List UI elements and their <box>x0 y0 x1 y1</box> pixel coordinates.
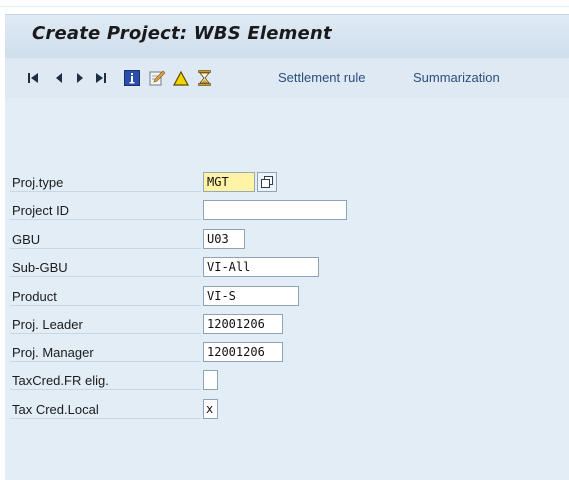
settlement-rule-button[interactable]: Settlement rule <box>278 70 365 85</box>
information-icon[interactable] <box>123 69 141 87</box>
form-row-sub-gbu: Sub-GBU VI-All <box>10 256 569 279</box>
proj-leader-label: Proj. Leader <box>10 313 201 334</box>
sub-gbu-field[interactable]: VI-All <box>203 257 319 277</box>
gbu-field[interactable]: U03 <box>203 229 245 249</box>
gbu-label: GBU <box>10 228 201 249</box>
warning-triangle-icon[interactable] <box>172 69 190 87</box>
summarization-button[interactable]: Summarization <box>413 70 500 85</box>
previous-page-icon[interactable] <box>52 69 66 87</box>
hourglass-icon[interactable] <box>196 69 212 87</box>
proj-type-label: Proj.type <box>10 171 201 192</box>
top-strip <box>0 0 569 7</box>
project-id-label: Project ID <box>10 199 201 220</box>
form-row-proj-type: Proj.type MGT <box>10 171 569 194</box>
proj-leader-field[interactable]: 12001206 <box>203 314 283 334</box>
taxcred-fr-elig-label: TaxCred.FR elig. <box>10 369 201 390</box>
project-id-field[interactable] <box>203 200 347 220</box>
form-row-gbu: GBU U03 <box>10 228 569 251</box>
proj-manager-field[interactable]: 12001206 <box>203 342 283 362</box>
page-title: Create Project: WBS Element <box>32 23 332 44</box>
application-toolbar: Settlement rule Summarization <box>5 58 569 98</box>
form-row-taxcred-fr-elig: TaxCred.FR elig. <box>10 369 569 392</box>
edit-pencil-icon[interactable] <box>148 69 166 87</box>
form-row-product: Product VI-S <box>10 285 569 308</box>
first-page-icon[interactable] <box>25 69 41 87</box>
last-page-icon[interactable] <box>93 69 109 87</box>
form-row-proj-manager: Proj. Manager 12001206 <box>10 341 569 364</box>
sub-gbu-label: Sub-GBU <box>10 256 201 277</box>
form-row-proj-leader: Proj. Leader 12001206 <box>10 313 569 336</box>
product-label: Product <box>10 285 201 306</box>
sap-window: Create Project: WBS Element Settlement r… <box>0 0 569 480</box>
taxcred-fr-elig-field[interactable] <box>203 370 218 390</box>
product-field[interactable]: VI-S <box>203 286 299 306</box>
value-help-button[interactable] <box>257 172 277 192</box>
proj-manager-label: Proj. Manager <box>10 341 201 362</box>
tax-cred-local-label: Tax Cred.Local <box>10 398 201 419</box>
next-page-icon[interactable] <box>73 69 87 87</box>
value-help-icon <box>261 176 273 188</box>
form-row-project-id: Project ID <box>10 199 569 222</box>
form-row-tax-cred-local: Tax Cred.Local x <box>10 398 569 421</box>
tax-cred-local-field[interactable]: x <box>203 399 218 419</box>
proj-type-field[interactable]: MGT <box>203 172 255 192</box>
title-bar: Create Project: WBS Element <box>5 14 569 59</box>
